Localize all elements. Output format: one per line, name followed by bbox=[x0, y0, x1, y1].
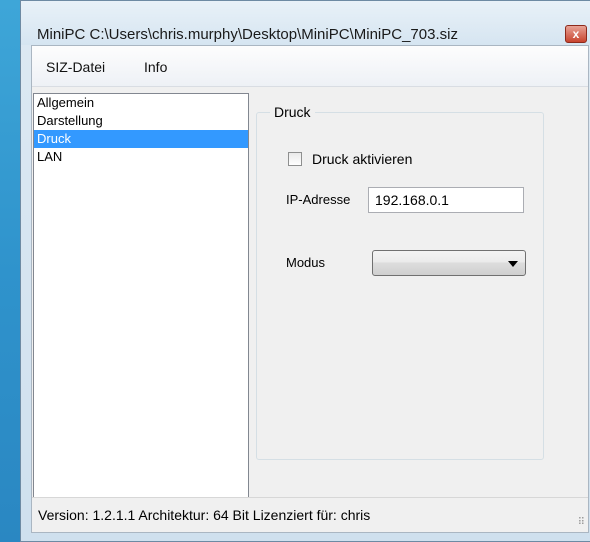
ip-address-input[interactable] bbox=[368, 187, 524, 213]
app-window: MiniPC C:\Users\chris.murphy\Desktop\Min… bbox=[20, 0, 590, 542]
druck-aktivieren-checkbox[interactable] bbox=[288, 152, 302, 166]
druck-aktivieren-label[interactable]: Druck aktivieren bbox=[312, 151, 412, 167]
mode-dropdown[interactable] bbox=[372, 250, 526, 276]
status-text: Version: 1.2.1.1 Architektur: 64 Bit Liz… bbox=[38, 507, 371, 523]
title-bar[interactable]: MiniPC C:\Users\chris.murphy\Desktop\Min… bbox=[21, 1, 590, 45]
menu-siz-datei[interactable]: SIZ-Datei bbox=[46, 59, 105, 75]
menu-bar: SIZ-Datei Info bbox=[32, 46, 588, 87]
close-icon: x bbox=[572, 27, 580, 41]
close-button[interactable]: x bbox=[565, 25, 587, 43]
groupbox-title: Druck bbox=[270, 104, 315, 120]
resize-grip-icon[interactable]: ⠿ bbox=[578, 517, 585, 528]
mode-label: Modus bbox=[286, 255, 326, 270]
category-item-allgemein[interactable]: Allgemein bbox=[34, 94, 248, 112]
category-item-druck[interactable]: Druck bbox=[34, 130, 248, 148]
category-item-darstellung[interactable]: Darstellung bbox=[34, 112, 248, 130]
window-title: MiniPC C:\Users\chris.murphy\Desktop\Min… bbox=[37, 26, 458, 43]
category-list[interactable]: Allgemein Darstellung Druck LAN bbox=[33, 93, 249, 499]
status-bar: Version: 1.2.1.1 Architektur: 64 Bit Liz… bbox=[32, 497, 588, 532]
client-area: SIZ-Datei Info Allgemein Darstellung Dru… bbox=[31, 45, 589, 533]
ip-address-label: IP-Adresse bbox=[286, 192, 351, 207]
category-item-lan[interactable]: LAN bbox=[34, 148, 248, 166]
chevron-down-icon bbox=[508, 261, 518, 267]
menu-info[interactable]: Info bbox=[144, 59, 167, 75]
